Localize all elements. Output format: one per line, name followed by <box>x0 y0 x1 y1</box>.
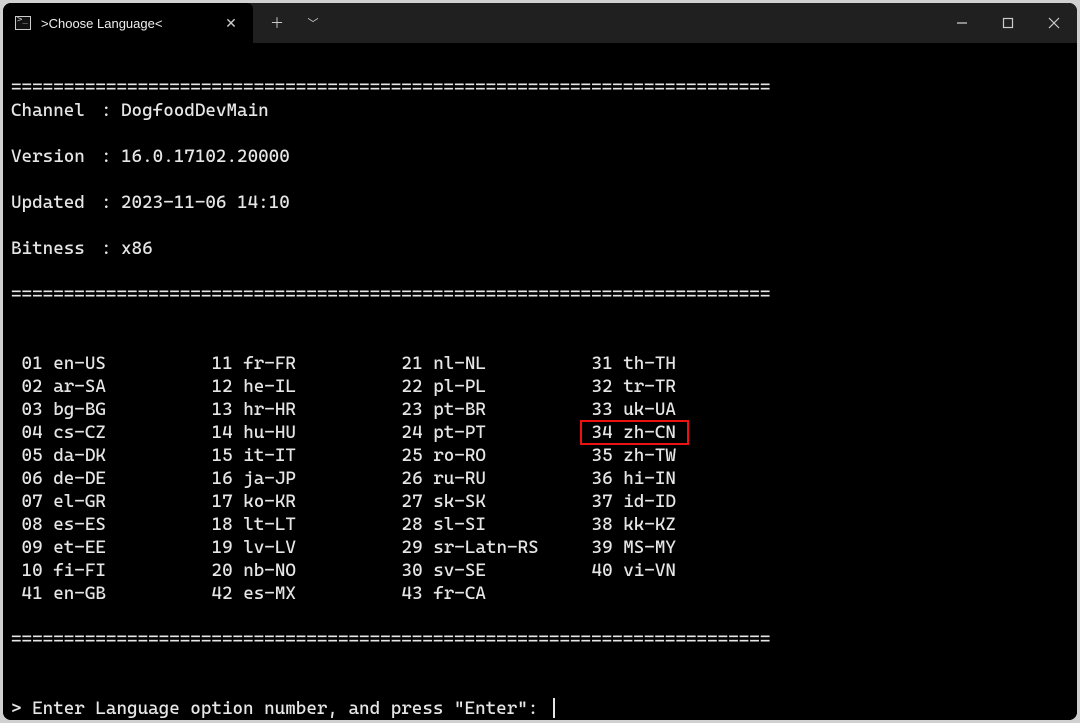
language-option: 34 zh-CN <box>581 421 771 444</box>
rule-bottom: ========================================… <box>11 629 770 650</box>
language-option: 12 he-IL <box>201 375 391 398</box>
language-grid: 01 en-US 11 fr-FR 21 nl-NL 31 th-TH 02 a… <box>11 352 1073 605</box>
language-option: 39 MS-MY <box>581 536 771 559</box>
maximize-button[interactable] <box>985 17 1031 29</box>
language-option: 32 tr-TR <box>581 375 771 398</box>
language-option: 36 hi-IN <box>581 467 771 490</box>
language-option: 14 hu-HU <box>201 421 391 444</box>
language-option: 16 ja-JP <box>201 467 391 490</box>
language-option: 37 id-ID <box>581 490 771 513</box>
prompt-line[interactable]: > Enter Language option number, and pres… <box>11 697 1073 720</box>
language-option: 25 ro-RO <box>391 444 581 467</box>
language-option: 08 es-ES <box>11 513 201 536</box>
language-option: 26 ru-RU <box>391 467 581 490</box>
language-option: 07 el-GR <box>11 490 201 513</box>
language-option: 21 nl-NL <box>391 352 581 375</box>
language-option: 30 sv-SE <box>391 559 581 582</box>
language-option: 20 nb-NO <box>201 559 391 582</box>
info-channel: Channel: DogfoodDevMain <box>11 99 1073 122</box>
language-option: 23 pt-BR <box>391 398 581 421</box>
language-option: 10 fi-FI <box>11 559 201 582</box>
language-option: 18 lt-LT <box>201 513 391 536</box>
language-option: 40 vi-VN <box>581 559 771 582</box>
language-option: 04 cs-CZ <box>11 421 201 444</box>
language-option: 31 th-TH <box>581 352 771 375</box>
language-option: 29 sr-Latn-RS <box>391 536 581 559</box>
language-option: 03 bg-BG <box>11 398 201 421</box>
tabstrip: ＋ ﹀ <box>253 3 1077 43</box>
language-option: 11 fr-FR <box>201 352 391 375</box>
language-option: 13 hr-HR <box>201 398 391 421</box>
tab-title: >Choose Language< <box>41 16 209 31</box>
language-option: 02 ar-SA <box>11 375 201 398</box>
minimize-button[interactable] <box>939 17 985 29</box>
terminal-output[interactable]: ========================================… <box>3 43 1077 720</box>
language-option: 09 et-EE <box>11 536 201 559</box>
info-updated: Updated: 2023-11-06 14:10 <box>11 191 1073 214</box>
language-option: 28 sl-SI <box>391 513 581 536</box>
window-controls <box>939 17 1077 29</box>
titlebar: >Choose Language< ✕ ＋ ﹀ <box>3 3 1077 43</box>
tab-close-button[interactable]: ✕ <box>219 11 243 35</box>
rule-top: ========================================… <box>11 77 770 98</box>
close-window-button[interactable] <box>1031 17 1077 29</box>
language-option <box>581 582 771 605</box>
new-tab-button[interactable]: ＋ <box>261 9 293 37</box>
terminal-window: >Choose Language< ✕ ＋ ﹀ ================… <box>3 3 1077 720</box>
terminal-tab[interactable]: >Choose Language< ✕ <box>3 3 253 43</box>
prompt-text: > Enter Language option number, and pres… <box>11 697 549 720</box>
info-version: Version: 16.0.17102.20000 <box>11 145 1073 168</box>
cursor <box>553 698 555 718</box>
language-option: 33 uk-UA <box>581 398 771 421</box>
language-option: 06 de-DE <box>11 467 201 490</box>
language-option: 05 da-DK <box>11 444 201 467</box>
language-option: 42 es-MX <box>201 582 391 605</box>
language-option: 38 kk-KZ <box>581 513 771 536</box>
language-option: 19 lv-LV <box>201 536 391 559</box>
tab-dropdown-button[interactable]: ﹀ <box>297 9 329 37</box>
terminal-icon <box>15 16 31 30</box>
language-option: 35 zh-TW <box>581 444 771 467</box>
highlighted-language: 34 zh-CN <box>581 421 688 444</box>
rule-mid: ========================================… <box>11 284 770 305</box>
info-bitness: Bitness: x86 <box>11 237 1073 260</box>
language-option: 27 sk-SK <box>391 490 581 513</box>
language-option: 17 ko-KR <box>201 490 391 513</box>
language-option: 43 fr-CA <box>391 582 581 605</box>
language-option: 41 en-GB <box>11 582 201 605</box>
language-option: 24 pt-PT <box>391 421 581 444</box>
language-option: 15 it-IT <box>201 444 391 467</box>
language-option: 22 pl-PL <box>391 375 581 398</box>
language-option: 01 en-US <box>11 352 201 375</box>
